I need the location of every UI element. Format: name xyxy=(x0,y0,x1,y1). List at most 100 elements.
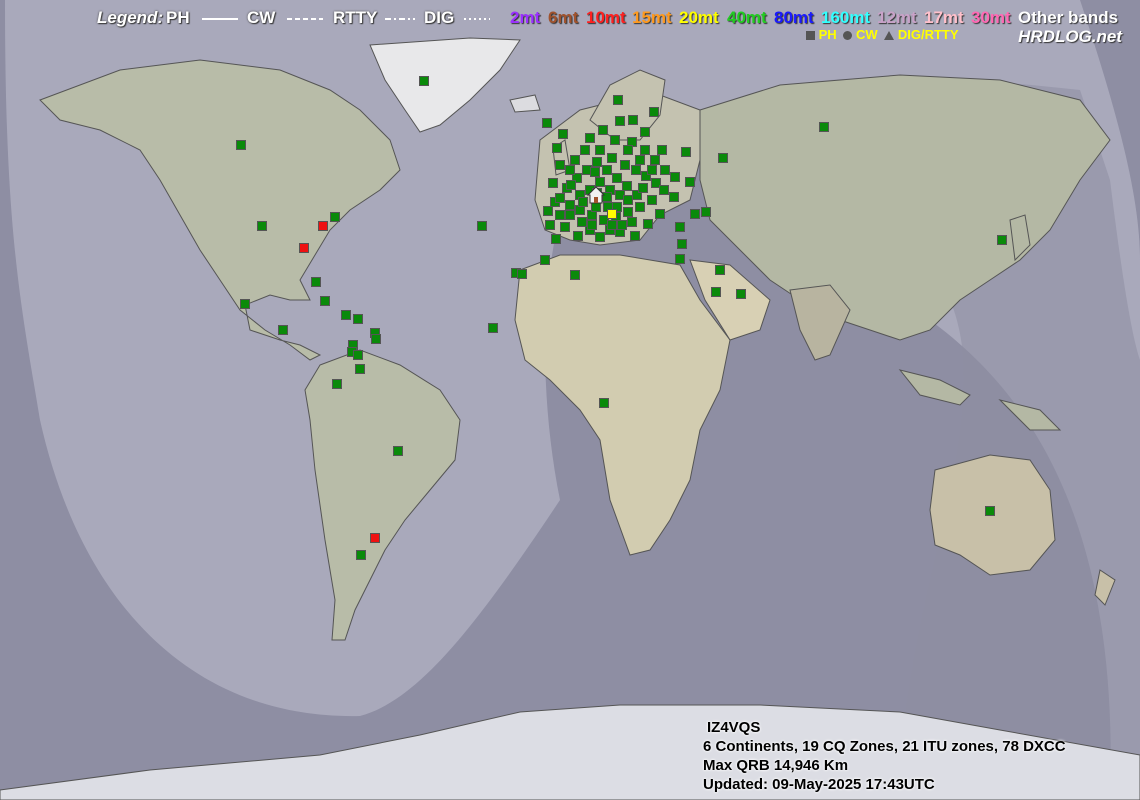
contact-marker[interactable] xyxy=(643,219,653,229)
contact-marker[interactable] xyxy=(628,115,638,125)
contact-marker[interactable] xyxy=(565,165,575,175)
contact-marker[interactable] xyxy=(542,118,552,128)
contact-marker[interactable] xyxy=(332,379,342,389)
contact-marker[interactable] xyxy=(685,177,695,187)
contact-marker[interactable] xyxy=(715,265,725,275)
contact-marker[interactable] xyxy=(540,255,550,265)
contact-marker[interactable] xyxy=(577,217,587,227)
contact-marker[interactable] xyxy=(677,239,687,249)
contact-marker[interactable] xyxy=(555,160,565,170)
contact-marker[interactable] xyxy=(736,289,746,299)
contact-marker[interactable] xyxy=(599,398,609,408)
contact-marker[interactable] xyxy=(647,195,657,205)
contact-marker-10mt[interactable] xyxy=(299,243,309,253)
contact-marker[interactable] xyxy=(690,209,700,219)
contact-marker[interactable] xyxy=(638,183,648,193)
contact-marker-10mt[interactable] xyxy=(318,221,328,231)
contact-marker[interactable] xyxy=(617,220,627,230)
contact-marker[interactable] xyxy=(640,145,650,155)
contact-marker[interactable] xyxy=(657,145,667,155)
contact-marker[interactable] xyxy=(595,232,605,242)
contact-marker[interactable] xyxy=(551,234,561,244)
contact-marker[interactable] xyxy=(570,155,580,165)
contact-marker[interactable] xyxy=(650,155,660,165)
contact-marker[interactable] xyxy=(320,296,330,306)
contact-marker[interactable] xyxy=(566,180,576,190)
contact-marker[interactable] xyxy=(555,193,565,203)
contact-marker[interactable] xyxy=(623,195,633,205)
contact-marker[interactable] xyxy=(517,269,527,279)
contact-marker[interactable] xyxy=(620,160,630,170)
contact-marker[interactable] xyxy=(631,165,641,175)
contact-marker[interactable] xyxy=(356,550,366,560)
contact-marker[interactable] xyxy=(353,314,363,324)
contact-marker[interactable] xyxy=(630,231,640,241)
contact-marker[interactable] xyxy=(477,221,487,231)
contact-marker[interactable] xyxy=(240,299,250,309)
contact-marker[interactable] xyxy=(278,325,288,335)
contact-marker[interactable] xyxy=(623,145,633,155)
contact-marker[interactable] xyxy=(602,165,612,175)
contact-marker[interactable] xyxy=(635,155,645,165)
contact-marker[interactable] xyxy=(640,127,650,137)
contact-marker[interactable] xyxy=(341,310,351,320)
contact-marker[interactable] xyxy=(985,506,995,516)
contact-marker[interactable] xyxy=(615,116,625,126)
contact-marker[interactable] xyxy=(670,172,680,182)
contact-marker-20mt[interactable] xyxy=(607,209,617,219)
contact-marker[interactable] xyxy=(635,202,645,212)
contact-marker[interactable] xyxy=(355,364,365,374)
contact-marker[interactable] xyxy=(592,157,602,167)
contact-marker[interactable] xyxy=(580,145,590,155)
contact-marker[interactable] xyxy=(681,147,691,157)
contact-marker[interactable] xyxy=(585,133,595,143)
contact-marker[interactable] xyxy=(613,95,623,105)
contact-marker[interactable] xyxy=(393,446,403,456)
contact-marker[interactable] xyxy=(647,165,657,175)
contact-marker[interactable] xyxy=(659,185,669,195)
contact-marker[interactable] xyxy=(560,222,570,232)
contact-marker[interactable] xyxy=(565,200,575,210)
contact-marker[interactable] xyxy=(565,210,575,220)
contact-marker[interactable] xyxy=(649,107,659,117)
contact-marker[interactable] xyxy=(236,140,246,150)
contact-marker[interactable] xyxy=(330,212,340,222)
contact-marker[interactable] xyxy=(587,220,597,230)
contact-marker[interactable] xyxy=(607,220,617,230)
contact-marker[interactable] xyxy=(488,323,498,333)
contact-marker[interactable] xyxy=(655,209,665,219)
contact-marker[interactable] xyxy=(819,122,829,132)
contact-marker[interactable] xyxy=(718,153,728,163)
contact-marker[interactable] xyxy=(570,270,580,280)
home-station-icon[interactable] xyxy=(587,186,605,204)
contact-marker[interactable] xyxy=(545,220,555,230)
contact-marker[interactable] xyxy=(558,129,568,139)
contact-marker[interactable] xyxy=(311,277,321,287)
contact-marker[interactable] xyxy=(701,207,711,217)
contact-marker[interactable] xyxy=(598,125,608,135)
contact-marker[interactable] xyxy=(555,210,565,220)
contact-marker[interactable] xyxy=(610,135,620,145)
contact-marker[interactable] xyxy=(660,165,670,175)
contact-marker[interactable] xyxy=(257,221,267,231)
contact-marker[interactable] xyxy=(612,173,622,183)
contact-marker[interactable] xyxy=(590,167,600,177)
contact-marker[interactable] xyxy=(997,235,1007,245)
contact-marker[interactable] xyxy=(419,76,429,86)
contact-marker[interactable] xyxy=(627,217,637,227)
contact-marker[interactable] xyxy=(669,192,679,202)
contact-marker[interactable] xyxy=(675,222,685,232)
contact-marker-10mt[interactable] xyxy=(370,533,380,543)
brand-logo[interactable]: HRDLOG.net xyxy=(1018,27,1122,47)
contact-marker[interactable] xyxy=(711,287,721,297)
contact-marker[interactable] xyxy=(607,153,617,163)
contact-marker[interactable] xyxy=(552,143,562,153)
contact-marker[interactable] xyxy=(573,231,583,241)
contact-marker[interactable] xyxy=(675,254,685,264)
contact-marker[interactable] xyxy=(623,207,633,217)
contact-marker[interactable] xyxy=(595,145,605,155)
contact-marker[interactable] xyxy=(353,350,363,360)
contact-marker[interactable] xyxy=(543,206,553,216)
contact-marker[interactable] xyxy=(371,334,381,344)
contact-marker[interactable] xyxy=(548,178,558,188)
